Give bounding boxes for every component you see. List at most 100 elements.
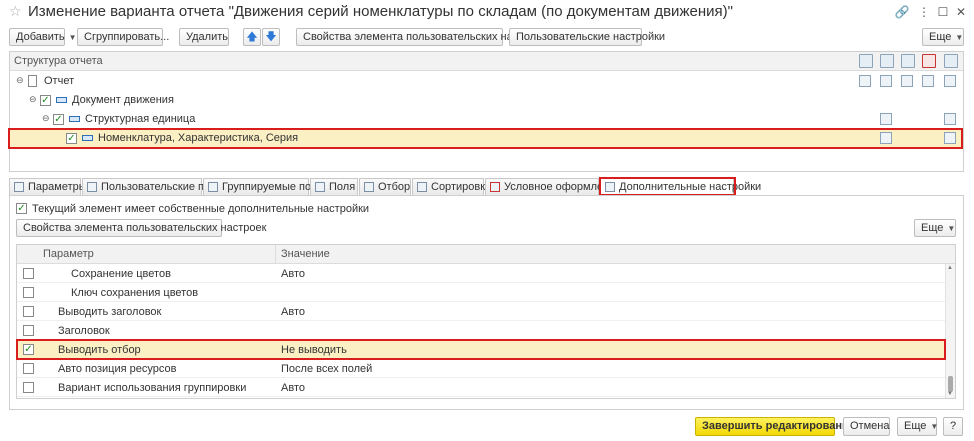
delete-button[interactable]: Удалить: [179, 28, 229, 46]
column-icon-settings[interactable]: [944, 54, 958, 68]
filter-icon: [364, 182, 374, 192]
document-icon: [28, 75, 37, 87]
row-settings-icon: [944, 113, 956, 125]
help-button[interactable]: ?: [943, 417, 963, 436]
column-header-value[interactable]: Значение: [281, 248, 330, 260]
collapse-icon[interactable]: ⊖: [16, 75, 24, 86]
chevron-down-icon: ▼: [955, 33, 964, 42]
user-settings-button[interactable]: Пользовательские настройки: [509, 28, 665, 46]
move-down-button[interactable]: 🡇: [262, 28, 280, 46]
tab-user-fields[interactable]: Пользовательские поля: [82, 178, 222, 196]
parameter-value[interactable]: После всех полей: [281, 363, 372, 375]
checkbox[interactable]: ✓: [40, 95, 51, 106]
table-row[interactable]: Заголовок: [17, 321, 945, 340]
settings-more-label: Еще: [921, 222, 944, 234]
more-button[interactable]: Еще ▼: [922, 28, 964, 46]
row-checkbox[interactable]: [23, 325, 34, 336]
settings-element-properties-button[interactable]: Свойства элемента пользовательских настр…: [16, 219, 266, 237]
arrow-up-icon: 🡅: [246, 31, 258, 43]
tab-parameters[interactable]: Параметры: [9, 178, 87, 196]
footer-more-label: Еще: [904, 420, 927, 432]
structure-header-label: Структура отчета: [14, 55, 103, 67]
scroll-down-icon[interactable]: ▼: [947, 391, 953, 397]
row-checkbox[interactable]: [23, 382, 34, 393]
scroll-thumb[interactable]: [948, 376, 953, 392]
maximize-icon[interactable]: ☐: [935, 4, 951, 20]
column-icon-format[interactable]: [922, 54, 936, 68]
tab-label: Поля: [329, 181, 356, 193]
link-icon[interactable]: 🔗: [894, 4, 910, 20]
row-checkbox[interactable]: [23, 287, 34, 298]
parameter-name: Авто позиция ресурсов: [58, 363, 177, 375]
parameter-value[interactable]: Авто: [281, 306, 305, 318]
tree-row-report[interactable]: ⊖ Отчет: [10, 72, 963, 91]
parameter-name: Ключ сохранения цветов: [71, 287, 199, 299]
table-row[interactable]: Выводить заголовок Авто: [17, 302, 945, 321]
collapse-icon[interactable]: ⊖: [42, 113, 50, 124]
scroll-up-icon[interactable]: ▲: [947, 265, 953, 271]
parameter-name: Вариант использования группировки: [58, 382, 247, 394]
row-sort-icon: [901, 75, 913, 87]
more-button-label: Еще: [929, 31, 952, 43]
menu-dots-icon[interactable]: ⋮: [916, 4, 932, 20]
finish-editing-button[interactable]: Завершить редактирование: [695, 417, 855, 436]
tree-row-movement-document[interactable]: ⊖ ✓ Документ движения: [10, 91, 963, 110]
table-row[interactable]: Авто позиция ресурсов После всех полей: [17, 359, 945, 378]
checkbox[interactable]: ✓: [53, 114, 64, 125]
tab-filter[interactable]: Отбор: [359, 178, 411, 196]
tab-fields[interactable]: Поля: [310, 178, 358, 196]
report-structure-panel: Структура отчета ⊖ Отчет ⊖ ✓ Документ дв…: [9, 51, 964, 172]
collapse-icon[interactable]: ⊖: [29, 94, 37, 105]
tab-sort[interactable]: Сортировка: [412, 178, 491, 196]
column-icon-sort[interactable]: [901, 54, 915, 68]
grouping-icon: [56, 97, 67, 103]
row-format-icon: [922, 75, 934, 87]
row-fields-icon: [859, 75, 871, 87]
favorite-star-icon[interactable]: ☆: [9, 3, 22, 20]
group-button[interactable]: Сгруппировать...: [77, 28, 169, 46]
table-row[interactable]: Сохранение цветов Авто: [17, 264, 945, 283]
parameter-name: Выводить заголовок: [58, 306, 162, 318]
footer-more-button[interactable]: Еще ▼: [897, 417, 938, 436]
tree-label: Документ движения: [72, 94, 174, 106]
parameter-value[interactable]: Авто: [281, 268, 305, 280]
tree-row-structural-unit[interactable]: ⊖ ✓ Структурная единица: [10, 110, 963, 129]
own-settings-checkbox[interactable]: ✓: [16, 203, 27, 214]
settings-tabs: Параметры Пользовательские поля Группиру…: [9, 178, 964, 196]
chevron-down-icon: ▼: [947, 224, 956, 233]
highlight-frame-tree-row: [8, 128, 963, 149]
parameter-name: Заголовок: [58, 325, 110, 337]
parameters-icon: [14, 182, 24, 192]
close-icon[interactable]: ✕: [953, 4, 969, 20]
column-separator[interactable]: [275, 245, 276, 264]
highlight-frame-tab: [599, 177, 736, 196]
add-button[interactable]: Добавить ▼: [9, 28, 77, 46]
row-checkbox[interactable]: [23, 268, 34, 279]
column-header-parameter[interactable]: Параметр: [43, 248, 94, 260]
move-up-button[interactable]: 🡅: [243, 28, 261, 46]
element-properties-button[interactable]: Свойства элемента пользовательских настр…: [296, 28, 546, 46]
row-checkbox[interactable]: [23, 363, 34, 374]
row-checkbox[interactable]: [23, 306, 34, 317]
column-icon-fields[interactable]: [859, 54, 873, 68]
own-settings-label: Текущий элемент имеет собственные дополн…: [32, 203, 370, 215]
row-settings-icon: [944, 75, 956, 87]
title-bar: ☆ Изменение варианта отчета "Движения се…: [0, 0, 974, 24]
parameter-value[interactable]: Авто: [281, 382, 305, 394]
tab-label: Параметры: [28, 181, 87, 193]
settings-more-button[interactable]: Еще ▼: [914, 219, 956, 237]
highlight-frame-grid-row: [16, 339, 946, 360]
tab-grouping-fields[interactable]: Группируемые поля: [203, 178, 323, 196]
tab-label: Сортировка: [431, 181, 492, 193]
vertical-scrollbar[interactable]: ▲ ▼: [945, 264, 955, 398]
cancel-button[interactable]: Отмена: [843, 417, 890, 436]
column-icon-filter[interactable]: [880, 54, 894, 68]
settings-grid: Параметр Значение Сохранение цветов Авто…: [16, 244, 956, 399]
sort-icon: [417, 182, 427, 192]
grouping-icon: [69, 116, 80, 122]
structure-header: Структура отчета: [10, 52, 963, 71]
tab-label: Отбор: [378, 181, 411, 193]
tab-conditional-format[interactable]: Условное оформление: [485, 178, 621, 196]
table-row[interactable]: Ключ сохранения цветов: [17, 283, 945, 302]
table-row[interactable]: Вариант использования группировки Авто: [17, 378, 945, 397]
